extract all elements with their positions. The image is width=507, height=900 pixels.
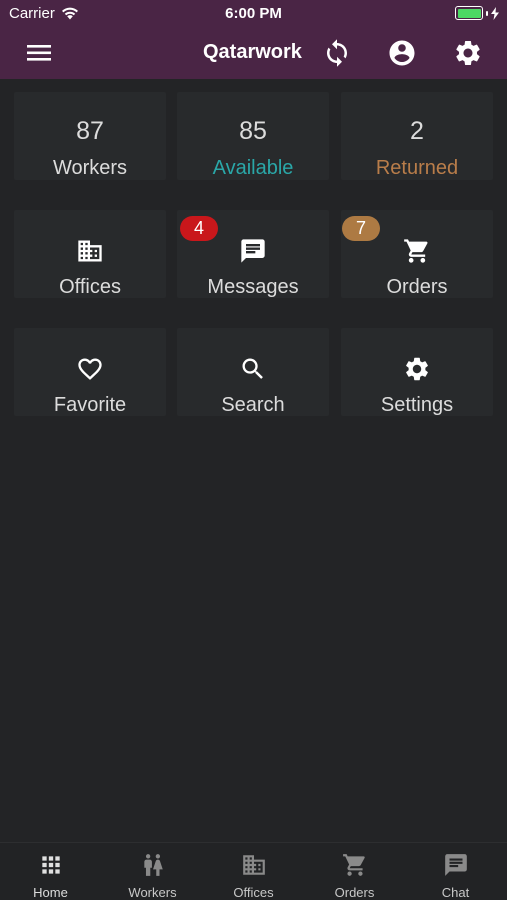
tile-offices[interactable]: Offices (14, 210, 166, 298)
menu-icon (27, 45, 51, 61)
office-building-icon (242, 855, 265, 875)
nav-orders[interactable]: Orders (304, 843, 405, 900)
stat-label: Available (212, 157, 294, 179)
stat-value: 87 (76, 117, 104, 145)
tile-label: Messages (207, 276, 299, 298)
nav-offices[interactable]: Offices (203, 843, 304, 900)
heart-outline-icon (78, 358, 102, 380)
account-circle-icon (389, 40, 415, 66)
nav-label: Orders (334, 885, 375, 900)
tile-search[interactable]: Search (177, 328, 329, 416)
menu-button[interactable] (26, 41, 54, 65)
nav-label: Home (33, 885, 68, 900)
workers-icon (143, 854, 163, 876)
battery-indicator (455, 6, 499, 20)
app-bar: Qatarwork (0, 28, 507, 79)
stat-returned[interactable]: 2 Returned (341, 92, 493, 180)
nav-workers[interactable]: Workers (102, 843, 203, 900)
nav-label: Workers (128, 885, 177, 900)
nav-home[interactable]: Home (0, 843, 101, 900)
account-button[interactable] (387, 38, 417, 68)
office-building-icon (78, 240, 102, 262)
stat-workers[interactable]: 87 Workers (14, 92, 166, 180)
stat-value: 2 (410, 117, 424, 145)
settings-gear-icon (406, 357, 428, 381)
tile-favorite[interactable]: Favorite (14, 328, 166, 416)
orders-badge: 7 (342, 216, 380, 241)
stat-value: 85 (239, 117, 267, 145)
tile-settings[interactable]: Settings (341, 328, 493, 416)
charging-bolt-icon (491, 6, 499, 20)
grid-icon (41, 856, 60, 874)
status-bar: Carrier 6:00 PM (0, 0, 507, 28)
search-icon (242, 358, 263, 379)
stat-label: Returned (375, 157, 459, 179)
battery-icon (455, 6, 483, 20)
tile-label: Settings (380, 394, 454, 416)
settings-gear-icon (456, 41, 480, 65)
chat-icon (444, 854, 467, 876)
cart-icon (404, 239, 428, 263)
tile-label: Favorite (53, 394, 127, 416)
tile-label: Search (221, 394, 285, 416)
stat-available[interactable]: 85 Available (177, 92, 329, 180)
message-icon (241, 239, 265, 263)
nav-label: Offices (233, 885, 274, 900)
settings-button[interactable] (453, 38, 483, 68)
sync-icon (327, 39, 347, 67)
messages-badge: 4 (180, 216, 218, 241)
nav-label: Chat (441, 885, 470, 900)
clock: 6:00 PM (225, 5, 282, 22)
app-title: Qatarwork (203, 41, 302, 63)
cart-icon (342, 854, 365, 876)
tile-label: Offices (59, 276, 121, 298)
bottom-nav: Home Workers Offices Orders Chat (0, 842, 507, 900)
nav-chat[interactable]: Chat (405, 843, 506, 900)
stat-label: Workers (52, 157, 128, 179)
tile-label: Orders (386, 276, 448, 298)
sync-button[interactable] (322, 38, 352, 68)
